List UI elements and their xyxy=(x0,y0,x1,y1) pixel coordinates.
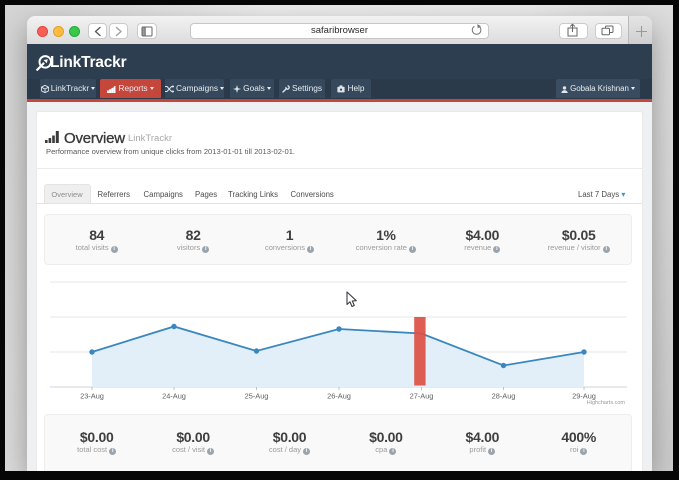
svg-text:Highcharts.com: Highcharts.com xyxy=(587,400,626,406)
svg-text:28-Aug: 28-Aug xyxy=(492,392,516,401)
svg-text:27-Aug: 27-Aug xyxy=(410,392,434,401)
svg-text:26-Aug: 26-Aug xyxy=(327,392,351,401)
svg-text:24-Aug: 24-Aug xyxy=(162,392,186,401)
svg-text:23-Aug: 23-Aug xyxy=(80,392,104,401)
svg-text:25-Aug: 25-Aug xyxy=(245,392,269,401)
